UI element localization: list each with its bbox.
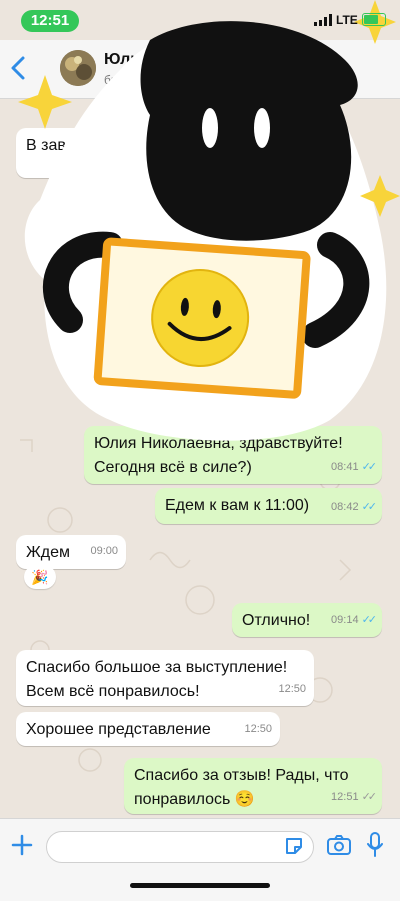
microphone-icon[interactable]	[366, 831, 384, 859]
message-text: Ждем	[26, 544, 71, 561]
message-text: Юлия Николаевна, здравствуйте!	[94, 435, 343, 452]
message-in[interactable]: Хорошее представление 12:50	[16, 712, 280, 746]
network-label: LTE	[336, 13, 358, 27]
chat-header: Юлия Н был(-а) се	[0, 40, 400, 99]
plus-icon[interactable]	[10, 833, 34, 857]
message-out[interactable]: Юлия Николаевна, здравствуйте! Сегодня в…	[84, 426, 382, 484]
message-text: Отлично!	[242, 612, 311, 629]
message-input-bar	[0, 818, 400, 901]
message-in[interactable]: В зависимости о	[16, 128, 216, 178]
sticker-icon[interactable]	[284, 836, 304, 856]
message-out[interactable]: Спасибо за отзыв! Рады, что понравилось …	[124, 758, 382, 814]
contact-name[interactable]: Юлия Н	[104, 51, 165, 69]
reaction-emoji[interactable]: 🎉	[24, 565, 56, 589]
back-chevron-icon[interactable]	[8, 54, 30, 82]
message-time: 09:00	[90, 545, 118, 557]
message-out[interactable]: Отлично! 09:14 ✓✓	[232, 603, 382, 637]
message-time: 08:42 ✓✓	[331, 501, 378, 513]
message-out[interactable]: Едем к вам к 11:00) 08:42 ✓✓	[155, 488, 382, 524]
read-tick-icon: ✓✓	[361, 501, 378, 513]
message-text: Едем к вам к 11:00)	[165, 497, 310, 514]
battery-icon	[362, 13, 386, 26]
home-indicator	[130, 883, 270, 888]
message-time: 09:14 ✓✓	[331, 614, 378, 626]
message-time: 12:50	[244, 723, 272, 735]
message-text: Спасибо большое за выступление!	[26, 659, 288, 676]
camera-icon[interactable]	[326, 833, 352, 857]
message-time: 12:51 ✓✓	[331, 791, 378, 803]
read-tick-icon: ✓✓	[361, 614, 378, 626]
status-time: 12:51	[21, 10, 79, 32]
message-in[interactable]: Спасибо большое за выступление! Всем всё…	[16, 650, 314, 706]
message-in[interactable]: Ждем 09:00	[16, 535, 126, 569]
message-text: Хорошее представление	[26, 721, 211, 738]
read-tick-icon: ✓✓	[361, 461, 378, 473]
contact-status: был(-а) се	[104, 73, 162, 87]
status-bar: 12:51 LTE	[0, 0, 400, 40]
avatar[interactable]	[60, 50, 96, 86]
message-time: 12:50	[278, 683, 306, 695]
message-text-line2: Всем всё понравилось!	[26, 683, 200, 700]
message-time: 08:41 ✓✓	[331, 461, 378, 473]
signal-icon	[314, 14, 332, 26]
sent-tick-icon: ✓✓	[361, 791, 378, 803]
message-text: В зависимости о	[26, 137, 150, 154]
avatar-image	[60, 50, 96, 86]
message-input[interactable]	[46, 831, 314, 863]
